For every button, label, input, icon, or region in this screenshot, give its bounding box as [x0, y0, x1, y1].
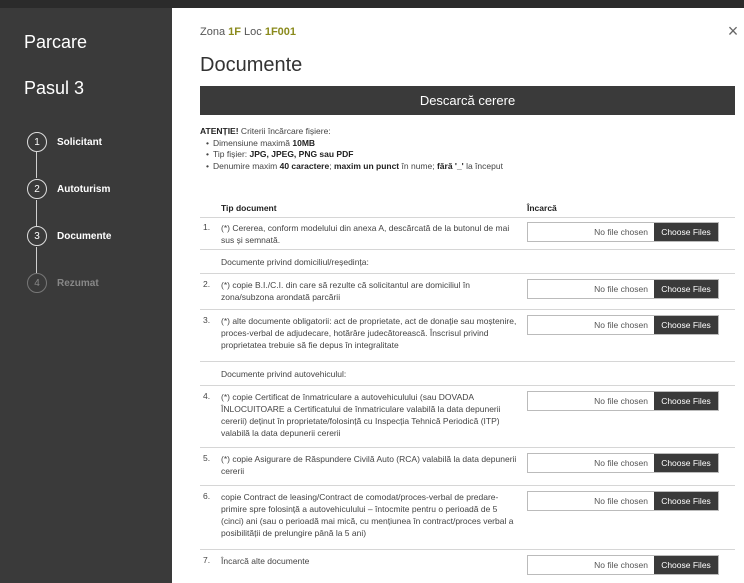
- table-row: 5. (*) copie Asigurare de Răspundere Civ…: [200, 448, 735, 486]
- choose-files-button[interactable]: Choose Files: [654, 454, 718, 472]
- loc-label: Loc: [240, 26, 265, 38]
- no-file-text: No file chosen: [528, 316, 654, 334]
- stepper-line: [36, 200, 37, 226]
- row-text: (*) copie B.I./C.I. din care să rezulte …: [221, 280, 470, 302]
- row-number: 5.: [203, 453, 211, 463]
- table-row: 3. (*) alte documente obligatorii: act d…: [200, 310, 735, 362]
- step-number: 1: [27, 132, 47, 152]
- column-header-doc: Tip document: [221, 202, 277, 213]
- section-label: Documente privind domiciliul/reședința:: [221, 256, 369, 267]
- choose-files-button[interactable]: Choose Files: [654, 492, 718, 510]
- file-input[interactable]: No file chosen Choose Files: [527, 315, 719, 335]
- step-autoturism[interactable]: 2 Autoturism: [24, 177, 110, 201]
- row-number: 7.: [203, 555, 211, 565]
- choose-files-button[interactable]: Choose Files: [654, 280, 718, 298]
- file-input[interactable]: No file chosen Choose Files: [527, 391, 719, 411]
- file-input[interactable]: No file chosen Choose Files: [527, 453, 719, 473]
- sidebar-title: Parcare: [24, 32, 88, 52]
- row-text: copie Contract de leasing/Contract de co…: [221, 492, 514, 538]
- no-file-text: No file chosen: [528, 280, 654, 298]
- step-number: 3: [27, 226, 47, 246]
- row-text: (*) copie Certificat de înmatriculare a …: [221, 392, 501, 438]
- attention-label: ATENȚIE!: [200, 126, 239, 136]
- criteria-item: Denumire maxim 40 caractere; maxim un pu…: [206, 161, 503, 173]
- choose-files-button[interactable]: Choose Files: [654, 392, 718, 410]
- step-rezumat[interactable]: 4 Rezumat: [24, 271, 99, 295]
- zone-value: 1F: [228, 26, 241, 38]
- sidebar: Parcare Pasul 3 1 Solicitant 2 Autoturis…: [0, 8, 172, 583]
- no-file-text: No file chosen: [528, 223, 654, 241]
- row-text: (*) Cererea, conform modelului din anexa…: [221, 223, 510, 245]
- step-number: 4: [27, 273, 47, 293]
- file-input[interactable]: No file chosen Choose Files: [527, 279, 719, 299]
- section-label: Documente privind autovehiculul:: [221, 368, 347, 379]
- step-label: Autoturism: [57, 183, 111, 195]
- page-title: Documente: [200, 54, 303, 76]
- attention-text: Criterii încărcare fișiere:: [238, 126, 331, 136]
- file-input[interactable]: No file chosen Choose Files: [527, 555, 719, 575]
- row-number: 2.: [203, 279, 211, 289]
- no-file-text: No file chosen: [528, 492, 654, 510]
- sidebar-step: Pasul 3: [24, 78, 85, 98]
- row-number: 3.: [203, 315, 211, 325]
- row-number: 6.: [203, 491, 211, 501]
- step-solicitant[interactable]: 1 Solicitant: [24, 130, 102, 154]
- step-label: Documente: [57, 230, 112, 242]
- upload-criteria: ATENȚIE! Criterii încărcare fișiere: Dim…: [200, 126, 503, 172]
- section-row: Documente privind autovehiculul:: [200, 362, 735, 386]
- criteria-item: Dimensiune maximă 10MB: [206, 138, 503, 150]
- table-row: 4. (*) copie Certificat de înmatriculare…: [200, 386, 735, 448]
- close-icon[interactable]: ×: [724, 22, 742, 40]
- row-number: 1.: [203, 222, 211, 232]
- main-panel: Zona 1F Loc 1F001 × Documente Descarcă c…: [172, 8, 744, 583]
- file-input[interactable]: No file chosen Choose Files: [527, 222, 719, 242]
- section-row: Documente privind domiciliul/reședința:: [200, 250, 735, 274]
- no-file-text: No file chosen: [528, 454, 654, 472]
- column-header-upload: Încarcă: [527, 202, 557, 213]
- documents-table: Tip document Încarcă 1. (*) Cererea, con…: [200, 198, 735, 578]
- table-row: 1. (*) Cererea, conform modelului din an…: [200, 218, 735, 250]
- download-request-button[interactable]: Descarcă cerere: [200, 86, 735, 115]
- stepper-line: [36, 247, 37, 273]
- choose-files-button[interactable]: Choose Files: [654, 556, 718, 574]
- table-row: 7. Încarcă alte documente No file chosen…: [200, 550, 735, 578]
- zone-label: Zona: [200, 26, 229, 38]
- table-row: 2. (*) copie B.I./C.I. din care să rezul…: [200, 274, 735, 310]
- no-file-text: No file chosen: [528, 392, 654, 410]
- top-bar: [0, 0, 744, 8]
- row-number: 4.: [203, 391, 211, 401]
- row-text: Încarcă alte documente: [221, 556, 310, 566]
- zone-info: Zona 1F Loc 1F001: [200, 26, 296, 38]
- choose-files-button[interactable]: Choose Files: [654, 223, 718, 241]
- step-label: Rezumat: [57, 277, 99, 289]
- step-documente[interactable]: 3 Documente: [24, 224, 111, 248]
- step-label: Solicitant: [57, 136, 103, 148]
- criteria-item: Tip fișier: JPG, JPEG, PNG sau PDF: [206, 149, 503, 161]
- loc-value: 1F001: [264, 26, 297, 38]
- table-header: Tip document Încarcă: [200, 198, 735, 218]
- stepper-line: [36, 152, 37, 178]
- row-text: (*) alte documente obligatorii: act de p…: [221, 316, 517, 350]
- no-file-text: No file chosen: [528, 556, 654, 574]
- table-row: 6. copie Contract de leasing/Contract de…: [200, 486, 735, 550]
- step-number: 2: [27, 179, 47, 199]
- row-text: (*) copie Asigurare de Răspundere Civilă…: [221, 454, 517, 476]
- file-input[interactable]: No file chosen Choose Files: [527, 491, 719, 511]
- choose-files-button[interactable]: Choose Files: [654, 316, 718, 334]
